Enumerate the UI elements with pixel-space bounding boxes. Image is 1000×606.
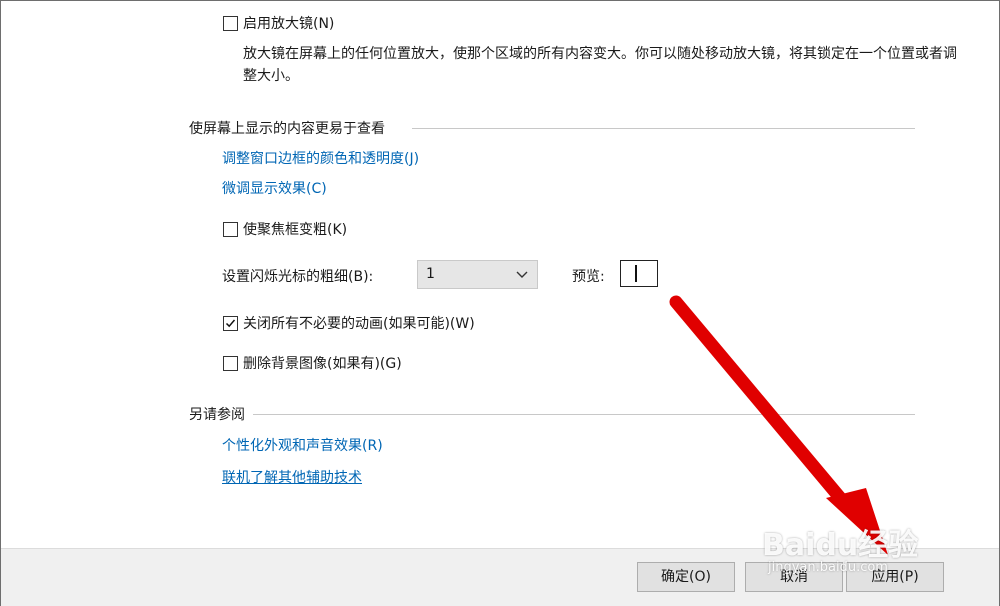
section-title-easier-view: 使屏幕上显示的内容更易于查看 (189, 121, 385, 137)
magnifier-checkbox-label[interactable]: 启用放大镜(N) (243, 13, 334, 33)
window-frame (0, 0, 1000, 606)
cursor-preview-box (620, 260, 658, 287)
cursor-width-value: 1 (426, 266, 435, 282)
chevron-down-icon (516, 271, 528, 278)
apply-button[interactable]: 应用(P) (846, 562, 944, 592)
animations-label[interactable]: 关闭所有不必要的动画(如果可能)(W) (243, 313, 475, 333)
ok-button[interactable]: 确定(O) (637, 562, 735, 592)
link-window-border-color[interactable]: 调整窗口边框的颜色和透明度(J) (222, 148, 419, 168)
remove-background-label[interactable]: 删除背景图像(如果有)(G) (243, 353, 402, 373)
focus-thick-checkbox[interactable] (223, 222, 238, 237)
preview-label: 预览: (572, 269, 605, 285)
section-divider (253, 414, 915, 415)
checkmark-icon (225, 319, 236, 328)
cursor-width-label: 设置闪烁光标的粗细(B): (222, 269, 374, 285)
focus-thick-label[interactable]: 使聚焦框变粗(K) (243, 219, 347, 239)
magnifier-checkbox[interactable] (223, 16, 238, 31)
section-title-see-also: 另请参阅 (189, 407, 245, 423)
cursor-width-dropdown[interactable]: 1 (417, 260, 538, 289)
link-display-effects[interactable]: 微调显示效果(C) (222, 178, 327, 198)
link-online-assistive-tech[interactable]: 联机了解其他辅助技术 (222, 467, 362, 487)
section-divider (412, 128, 915, 129)
animations-checkbox[interactable] (223, 316, 238, 331)
remove-background-checkbox[interactable] (223, 356, 238, 371)
magnifier-description: 放大镜在屏幕上的任何位置放大，使那个区域的所有内容变大。你可以随处移动放大镜，将… (243, 46, 957, 84)
cursor-caret-icon (635, 265, 637, 282)
link-personalization[interactable]: 个性化外观和声音效果(R) (222, 435, 383, 455)
cancel-button[interactable]: 取消 (745, 562, 843, 592)
